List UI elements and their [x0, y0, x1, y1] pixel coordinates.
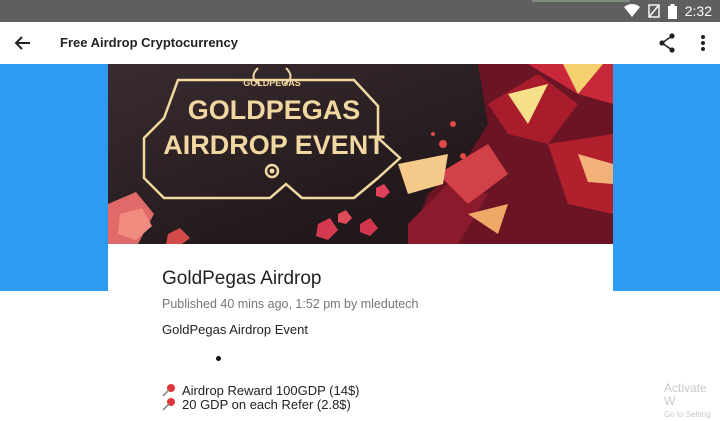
- watermark-line2: Go to Setting: [664, 410, 711, 419]
- status-accent: [532, 0, 630, 2]
- banner-brand: GOLDPEGAS: [243, 78, 301, 88]
- no-signal-icon: [648, 4, 660, 18]
- activation-watermark: Activate W Go to Setting: [664, 382, 720, 421]
- pushpin-icon: [162, 383, 176, 397]
- status-bar: 2:32: [0, 0, 720, 22]
- back-arrow-icon[interactable]: [12, 32, 34, 54]
- wifi-icon: [623, 4, 640, 18]
- battery-icon: [667, 3, 677, 19]
- status-icons: 2:32: [623, 0, 712, 22]
- watermark-line1: Activate W: [664, 381, 707, 408]
- post-banner-image: GOLDPEGAS GOLDPEGAS AIRDROP EVENT: [108, 64, 613, 244]
- share-icon[interactable]: [656, 32, 678, 54]
- post-subtitle: GoldPegas Airdrop Event: [162, 322, 308, 337]
- app-toolbar: Free Airdrop Cryptocurrency: [0, 22, 720, 64]
- post-line: Airdrop Reward 100GDP (14$): [162, 383, 360, 398]
- banner-line1: GOLDPEGAS: [188, 95, 361, 125]
- list-bullet: [216, 356, 221, 361]
- post-line-text: Airdrop Reward 100GDP (14$): [182, 383, 360, 398]
- toolbar-title: Free Airdrop Cryptocurrency: [60, 35, 238, 50]
- more-vert-icon[interactable]: [693, 32, 713, 54]
- pushpin-icon: [162, 397, 176, 411]
- post-line-text: 20 GDP on each Refer (2.8$): [182, 397, 351, 412]
- post-card: GOLDPEGAS GOLDPEGAS AIRDROP EVENT GoldPe…: [108, 64, 613, 412]
- clock: 2:32: [684, 3, 712, 19]
- post-title: GoldPegas Airdrop: [162, 268, 322, 289]
- post-meta: Published 40 mins ago, 1:52 pm by mledut…: [162, 297, 419, 311]
- post-line: 20 GDP on each Refer (2.8$): [162, 397, 351, 412]
- banner-line2: AIRDROP EVENT: [163, 130, 385, 160]
